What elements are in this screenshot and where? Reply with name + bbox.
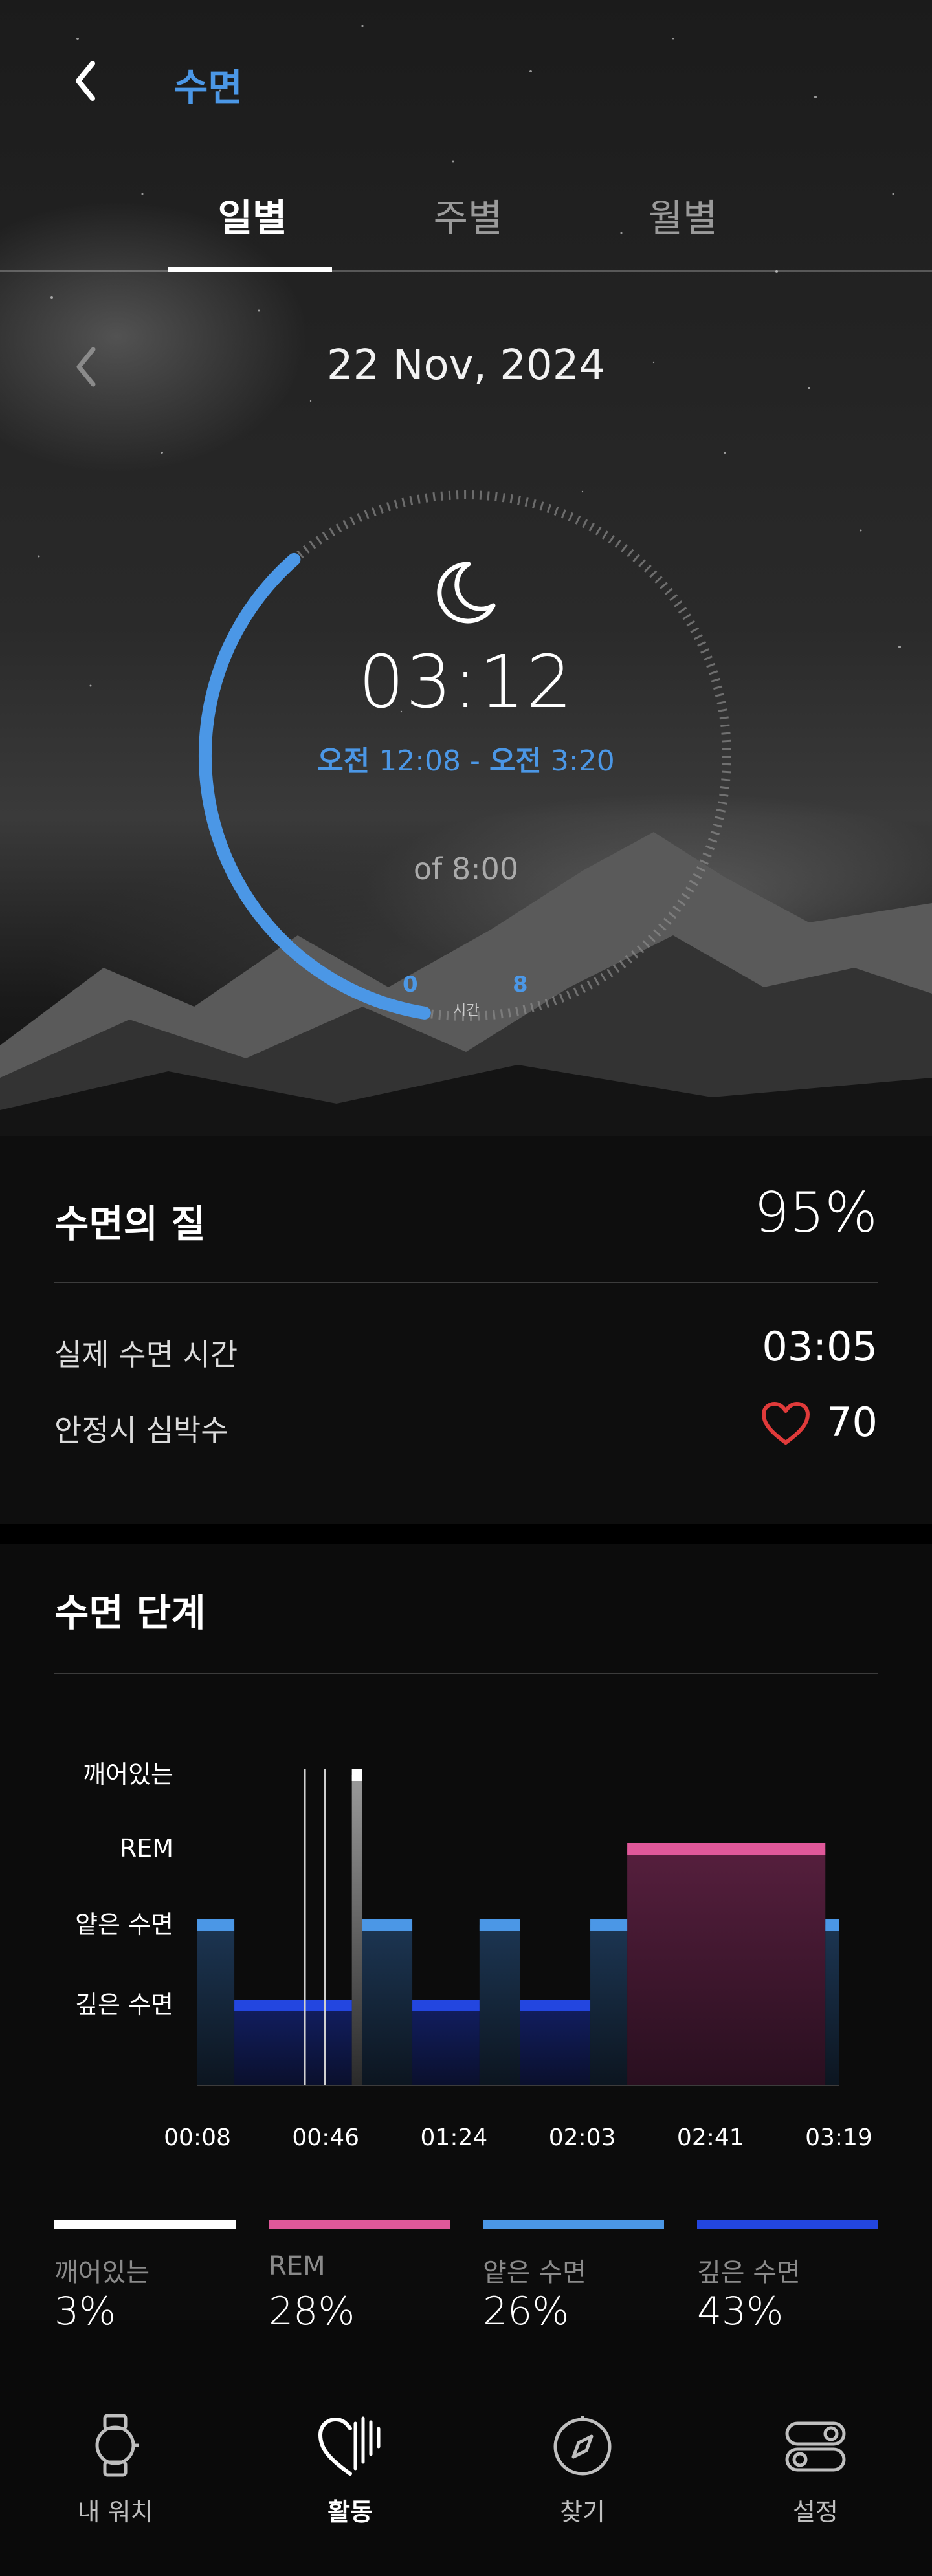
ring-scale-unit: 시간 <box>453 1003 480 1019</box>
stage-cap-light <box>197 1919 235 1931</box>
nav-label-activity: 활동 <box>327 2498 373 2526</box>
resting-heart-rate-value: 70 <box>827 1399 878 1446</box>
stage-cap-light <box>362 1919 413 1931</box>
stage-cap-light <box>479 1919 520 1931</box>
nav-activity[interactable]: 활동 <box>253 2407 447 2527</box>
section-gap <box>0 1524 932 1544</box>
legend-bar-rem <box>269 2220 450 2229</box>
legend-pct-awake: 3% <box>54 2289 116 2334</box>
nav-label-settings: 설정 <box>793 2498 838 2526</box>
x-axis-tick-label: 02:41 <box>677 2124 744 2151</box>
y-axis-label-deep: 깊은 수면 <box>75 1991 173 2019</box>
x-axis-tick-label: 00:08 <box>164 2124 231 2151</box>
legend-label-light: 얕은 수면 <box>483 2258 586 2287</box>
sleep-quality-value: 95% <box>753 1181 878 1245</box>
stage-segment-light <box>479 1925 520 2086</box>
nav-my-watch[interactable]: 내 워치 <box>18 2407 212 2527</box>
stage-segment-awake <box>351 1775 362 2086</box>
nav-label-find: 찾기 <box>560 2498 605 2526</box>
ring-progress <box>198 552 431 1020</box>
end-time: 3:20 <box>550 745 615 778</box>
legend-bar-light <box>483 2220 664 2229</box>
stage-cap-light <box>825 1919 839 1931</box>
toggle-settings-icon <box>785 2421 846 2472</box>
stage-segment-deep <box>520 2005 591 2086</box>
legend-label-rem: REM <box>269 2251 326 2281</box>
stage-cap-awake <box>351 1769 362 1781</box>
stage-segment-light <box>197 1925 235 2086</box>
x-axis-tick-label: 01:24 <box>421 2124 488 2151</box>
resting-heart-rate-label: 안정시 심박수 <box>54 1413 228 1448</box>
stage-cap-deep <box>520 2000 591 2011</box>
start-time: 12:08 <box>379 745 461 778</box>
legend-bar-awake <box>54 2220 236 2229</box>
legend-bar-deep <box>697 2220 878 2229</box>
sleep-goal: of 8:00 <box>413 851 519 886</box>
quality-divider <box>54 1282 878 1283</box>
legend-label-awake: 깨어있는 <box>54 2258 150 2287</box>
sleep-stages-chart: 깊은 수면 얕은 수면 REM 깨어있는 00:08 00:46 01:24 02:03 02… <box>75 1760 872 2151</box>
legend-pct-light: 26% <box>483 2289 570 2334</box>
y-axis-label-rem: REM <box>120 1834 173 1862</box>
stage-segment-light <box>590 1925 628 2086</box>
stage-cap-deep <box>412 2000 480 2011</box>
sleep-stages-title: 수면 단계 <box>54 1591 206 1635</box>
actual-sleep-value: 03:05 <box>762 1323 878 1370</box>
start-ampm: 오전 <box>317 745 370 778</box>
legend-label-deep: 깊은 수면 <box>697 2258 801 2287</box>
stage-cap-light <box>590 1919 628 1931</box>
heart-activity-icon <box>318 2416 381 2476</box>
ring-scale-min: 0 <box>403 972 418 998</box>
x-axis-tick-label: 02:03 <box>549 2124 616 2151</box>
x-axis-tick-label: 00:46 <box>292 2124 359 2151</box>
moon-icon <box>437 562 496 624</box>
legend-pct-deep: 43% <box>697 2289 784 2334</box>
watch-icon <box>95 2414 139 2477</box>
stage-segment-deep <box>412 2005 480 2086</box>
y-axis-label-light: 얕은 수면 <box>75 1910 173 1939</box>
actual-sleep-label: 실제 수면 시간 <box>54 1337 238 1372</box>
heart-icon <box>762 1402 810 1445</box>
stage-cap-rem <box>627 1843 826 1855</box>
y-axis-label-awake: 깨어있는 <box>83 1760 173 1789</box>
end-ampm: 오전 <box>489 745 542 778</box>
sleep-duration: 03:12 <box>358 640 574 725</box>
x-axis-tick-label: 03:19 <box>805 2124 872 2151</box>
nav-label-my-watch: 내 워치 <box>77 2498 153 2526</box>
compass-icon <box>553 2416 612 2476</box>
stage-cap-deep <box>234 2000 352 2011</box>
stage-segment-light <box>362 1925 413 2086</box>
sleep-quality-title: 수면의 질 <box>54 1202 206 1246</box>
sleep-time-range: 오전 12:08 - 오전 3:20 <box>0 737 932 779</box>
range-separator: - <box>470 745 480 778</box>
legend-pct-rem: 28% <box>269 2289 355 2334</box>
stages-divider <box>54 1673 878 1674</box>
nav-find[interactable]: 찾기 <box>485 2407 680 2527</box>
stage-segment-light <box>825 1925 839 2086</box>
stage-segment-rem <box>627 1849 826 2086</box>
ring-scale-max: 8 <box>513 972 528 998</box>
nav-settings[interactable]: 설정 <box>718 2407 913 2527</box>
stage-segment-deep <box>234 2005 352 2086</box>
